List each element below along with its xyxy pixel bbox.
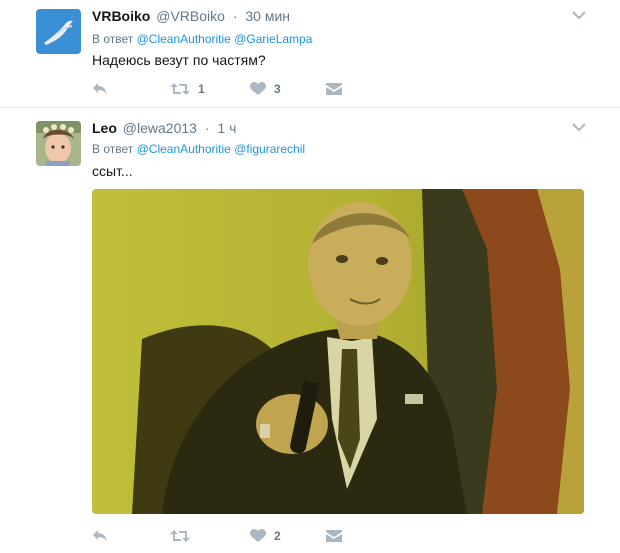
reply-mention[interactable]: @CleanAuthoritie <box>137 32 231 46</box>
tweet-text: Надеюсь везут по частям? <box>92 52 266 68</box>
reply-context: В ответ @CleanAuthoritie @figurarechil <box>92 142 305 156</box>
tweet-header: VRBoiko @VRBoiko · 30 мин <box>92 8 290 24</box>
tweet-text: ссыт... <box>92 163 133 179</box>
reply-mention[interactable]: @CleanAuthoritie <box>137 142 231 156</box>
tweet-header: Leo @lewa2013 · 1 ч <box>92 120 236 136</box>
like-count: 3 <box>274 82 281 96</box>
retweet-icon <box>170 530 190 542</box>
display-name[interactable]: VRBoiko <box>92 8 150 24</box>
reply-button[interactable] <box>92 79 108 99</box>
retweet-count: 1 <box>198 82 205 96</box>
separator: · <box>232 8 238 24</box>
heart-icon <box>250 529 266 542</box>
bird-icon <box>36 9 81 54</box>
photo-image <box>92 189 584 514</box>
reply-prefix: В ответ <box>92 32 134 46</box>
envelope-icon <box>326 83 342 95</box>
tweet[interactable]: Leo @lewa2013 · 1 ч В ответ @CleanAuthor… <box>0 108 620 553</box>
user-handle[interactable]: @VRBoiko <box>156 8 225 24</box>
reply-icon <box>93 530 107 542</box>
reply-mention[interactable]: @figurarechil <box>234 142 305 156</box>
timestamp[interactable]: 30 мин <box>245 8 290 24</box>
like-count: 2 <box>274 529 281 543</box>
like-button[interactable]: 3 <box>250 79 281 99</box>
reply-icon <box>93 83 107 95</box>
like-button[interactable]: 2 <box>250 526 281 546</box>
reply-context: В ответ @CleanAuthoritie @GarieLampa <box>92 32 312 46</box>
chevron-down-icon[interactable] <box>572 122 586 132</box>
child-photo-icon <box>36 121 81 166</box>
tweet-photo[interactable] <box>92 189 584 514</box>
retweet-icon <box>170 83 190 95</box>
chevron-down-icon[interactable] <box>572 10 586 20</box>
tweet[interactable]: VRBoiko @VRBoiko · 30 мин В ответ @Clean… <box>0 0 620 107</box>
direct-message-button[interactable] <box>326 79 342 99</box>
reply-button[interactable] <box>92 526 108 546</box>
reply-prefix: В ответ <box>92 142 134 156</box>
direct-message-button[interactable] <box>326 526 342 546</box>
display-name[interactable]: Leo <box>92 120 117 136</box>
avatar[interactable] <box>36 121 81 166</box>
reply-mention[interactable]: @GarieLampa <box>234 32 312 46</box>
separator: · <box>204 120 210 136</box>
heart-icon <box>250 82 266 95</box>
user-handle[interactable]: @lewa2013 <box>123 120 197 136</box>
envelope-icon <box>326 530 342 542</box>
avatar[interactable] <box>36 9 81 54</box>
retweet-button[interactable]: 1 <box>170 79 205 99</box>
timestamp[interactable]: 1 ч <box>217 120 236 136</box>
retweet-button[interactable] <box>170 526 198 546</box>
